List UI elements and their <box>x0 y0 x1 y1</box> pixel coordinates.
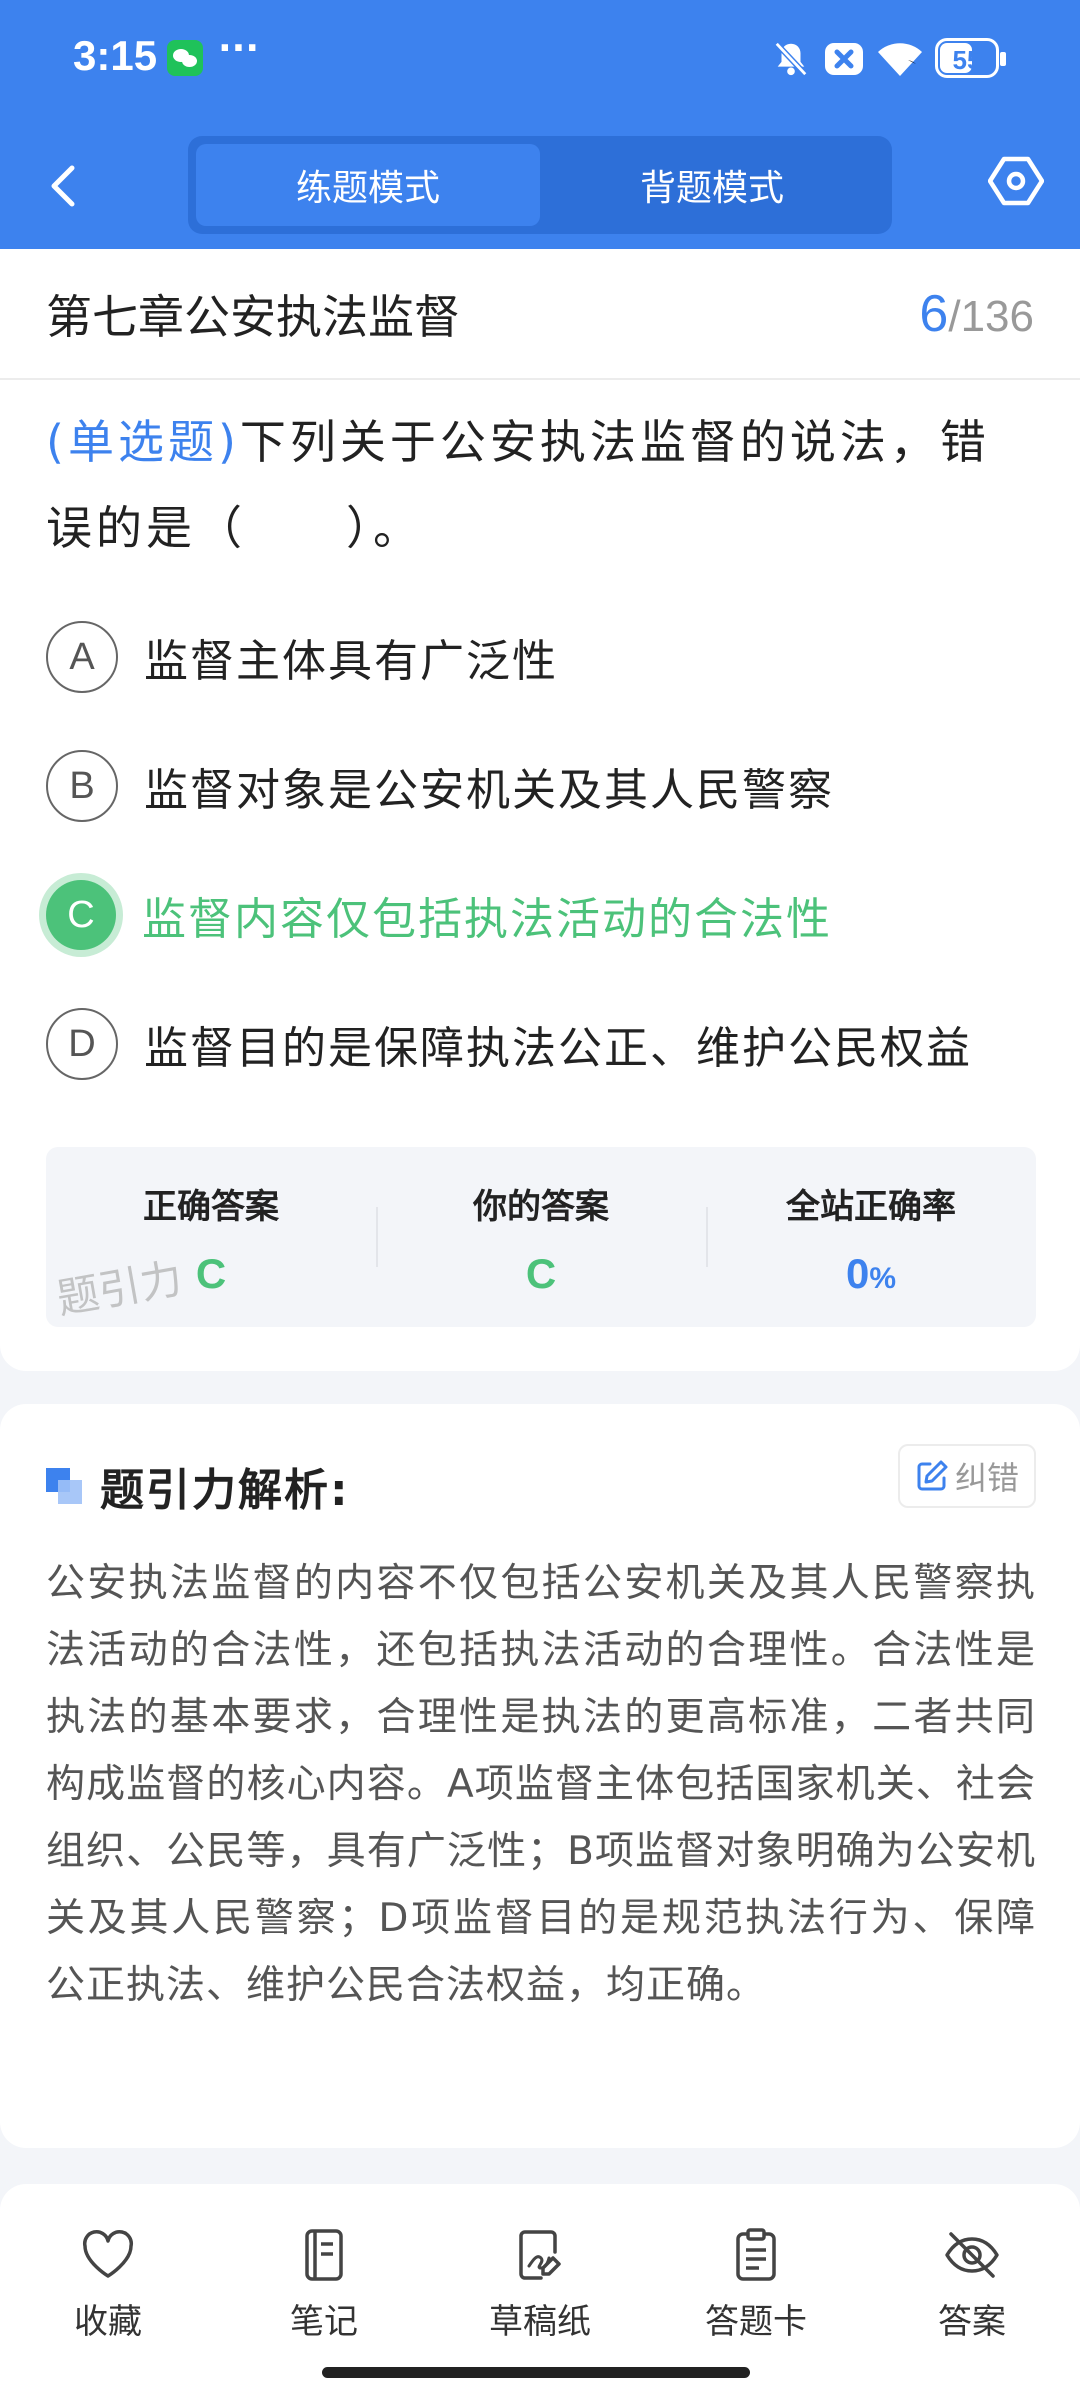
answer-card-label: 答题卡 <box>705 2302 807 2342</box>
question-type: (单选题) <box>46 415 240 469</box>
report-error-button[interactable]: 纠错 <box>898 1444 1036 1508</box>
option-d[interactable]: D 监督目的是保障执法公正、维护公民权益 <box>46 1006 1026 1082</box>
wifi-icon <box>878 43 922 76</box>
battery-icon: 55 <box>935 38 1006 78</box>
answer-summary: 正确答案 C 题引力 你的答案 C 全站正确率 0% <box>46 1147 1036 1327</box>
eye-off-icon <box>945 2232 999 2278</box>
accuracy-label: 全站正确率 <box>786 1187 956 1227</box>
analysis-header: 题引力解析: <box>46 1454 350 1518</box>
question-progress: 6/136 <box>919 284 1034 344</box>
option-text: 监督目的是保障执法公正、维护公民权益 <box>144 1023 972 1074</box>
favorite-label: 收藏 <box>74 2302 142 2342</box>
progress-total: 136 <box>960 291 1034 341</box>
mode-switch: 练题模式 背题模式 <box>188 136 892 234</box>
option-c[interactable]: C 监督内容仅包括执法活动的合法性 <box>46 877 1026 953</box>
answer-toggle-button[interactable]: 答案 <box>864 2184 1080 2400</box>
tab-memorize-mode[interactable]: 背题模式 <box>540 144 884 226</box>
bell-off-icon <box>774 41 808 77</box>
report-error-label: 纠错 <box>954 1459 1019 1497</box>
wechat-icon <box>167 40 203 76</box>
heart-icon <box>82 2230 134 2278</box>
option-letter: A <box>46 621 118 693</box>
option-a[interactable]: A 监督主体具有广泛性 <box>46 619 1026 695</box>
more-notifications-icon: ··· <box>218 28 260 69</box>
accuracy-col: 全站正确率 0% <box>706 1147 1036 1327</box>
option-letter: C <box>46 880 116 950</box>
settings-hex-icon[interactable] <box>988 153 1044 209</box>
correct-answer-label: 正确答案 <box>143 1187 279 1227</box>
progress-separator: / <box>948 291 961 341</box>
battery-level: 55 <box>952 45 982 75</box>
option-letter: B <box>46 750 118 822</box>
draft-paper-label: 草稿纸 <box>489 2302 591 2342</box>
accuracy-value: 0% <box>706 1250 1036 1298</box>
home-indicator[interactable] <box>322 2367 750 2378</box>
question-text: (单选题)下列关于公安执法监督的说法，错误的是（ ）。 <box>46 399 1036 571</box>
option-b[interactable]: B 监督对象是公安机关及其人民警察 <box>46 748 1026 824</box>
notebook-icon <box>305 2229 343 2281</box>
accuracy-unit: % <box>869 1262 897 1295</box>
close-badge-icon <box>825 43 863 75</box>
chapter-row: 第七章公安执法监督 6/136 <box>0 249 1080 380</box>
edit-icon <box>917 1460 948 1491</box>
your-answer-label: 你的答案 <box>473 1187 609 1227</box>
question-card: 第七章公安执法监督 6/136 (单选题)下列关于公安执法监督的说法，错误的是（… <box>0 249 1080 1371</box>
option-text: 监督主体具有广泛性 <box>144 636 558 687</box>
analysis-logo-icon <box>46 1468 82 1504</box>
analysis-body: 公安执法监督的内容不仅包括公安机关及其人民警察执法活动的合法性，还包括执法活动的… <box>46 1561 1036 2008</box>
your-answer-col: 你的答案 C <box>376 1147 706 1327</box>
draft-paper-icon <box>519 2230 561 2280</box>
status-time: 3:15 <box>73 32 158 79</box>
analysis-card: 题引力解析: 纠错 公安执法监督的内容不仅包括公安机关及其人民警察执法活动的合法… <box>0 1404 1080 2148</box>
status-bar: 3:15 ··· 55 <box>0 0 1080 118</box>
analysis-title: 题引力解析: <box>100 1465 350 1516</box>
notes-label: 笔记 <box>290 2302 358 2342</box>
your-answer-value: C <box>525 1250 557 1297</box>
back-chevron-icon[interactable] <box>40 150 90 220</box>
tab-practice-mode[interactable]: 练题模式 <box>196 144 540 226</box>
option-text: 监督内容仅包括执法活动的合法性 <box>142 894 832 945</box>
favorite-button[interactable]: 收藏 <box>0 2184 216 2400</box>
option-letter: D <box>46 1008 118 1080</box>
accuracy-number: 0 <box>845 1250 870 1297</box>
chapter-title: 第七章公安执法监督 <box>46 289 460 344</box>
answer-toggle-label: 答案 <box>938 2302 1006 2342</box>
correct-answer-col: 正确答案 C 题引力 <box>46 1147 376 1327</box>
progress-current: 6 <box>919 284 949 343</box>
top-bar: 3:15 ··· 55 练题模式 背题模式 <box>0 0 1080 249</box>
answer-card-icon <box>736 2228 776 2281</box>
option-text: 监督对象是公安机关及其人民警察 <box>144 765 834 816</box>
